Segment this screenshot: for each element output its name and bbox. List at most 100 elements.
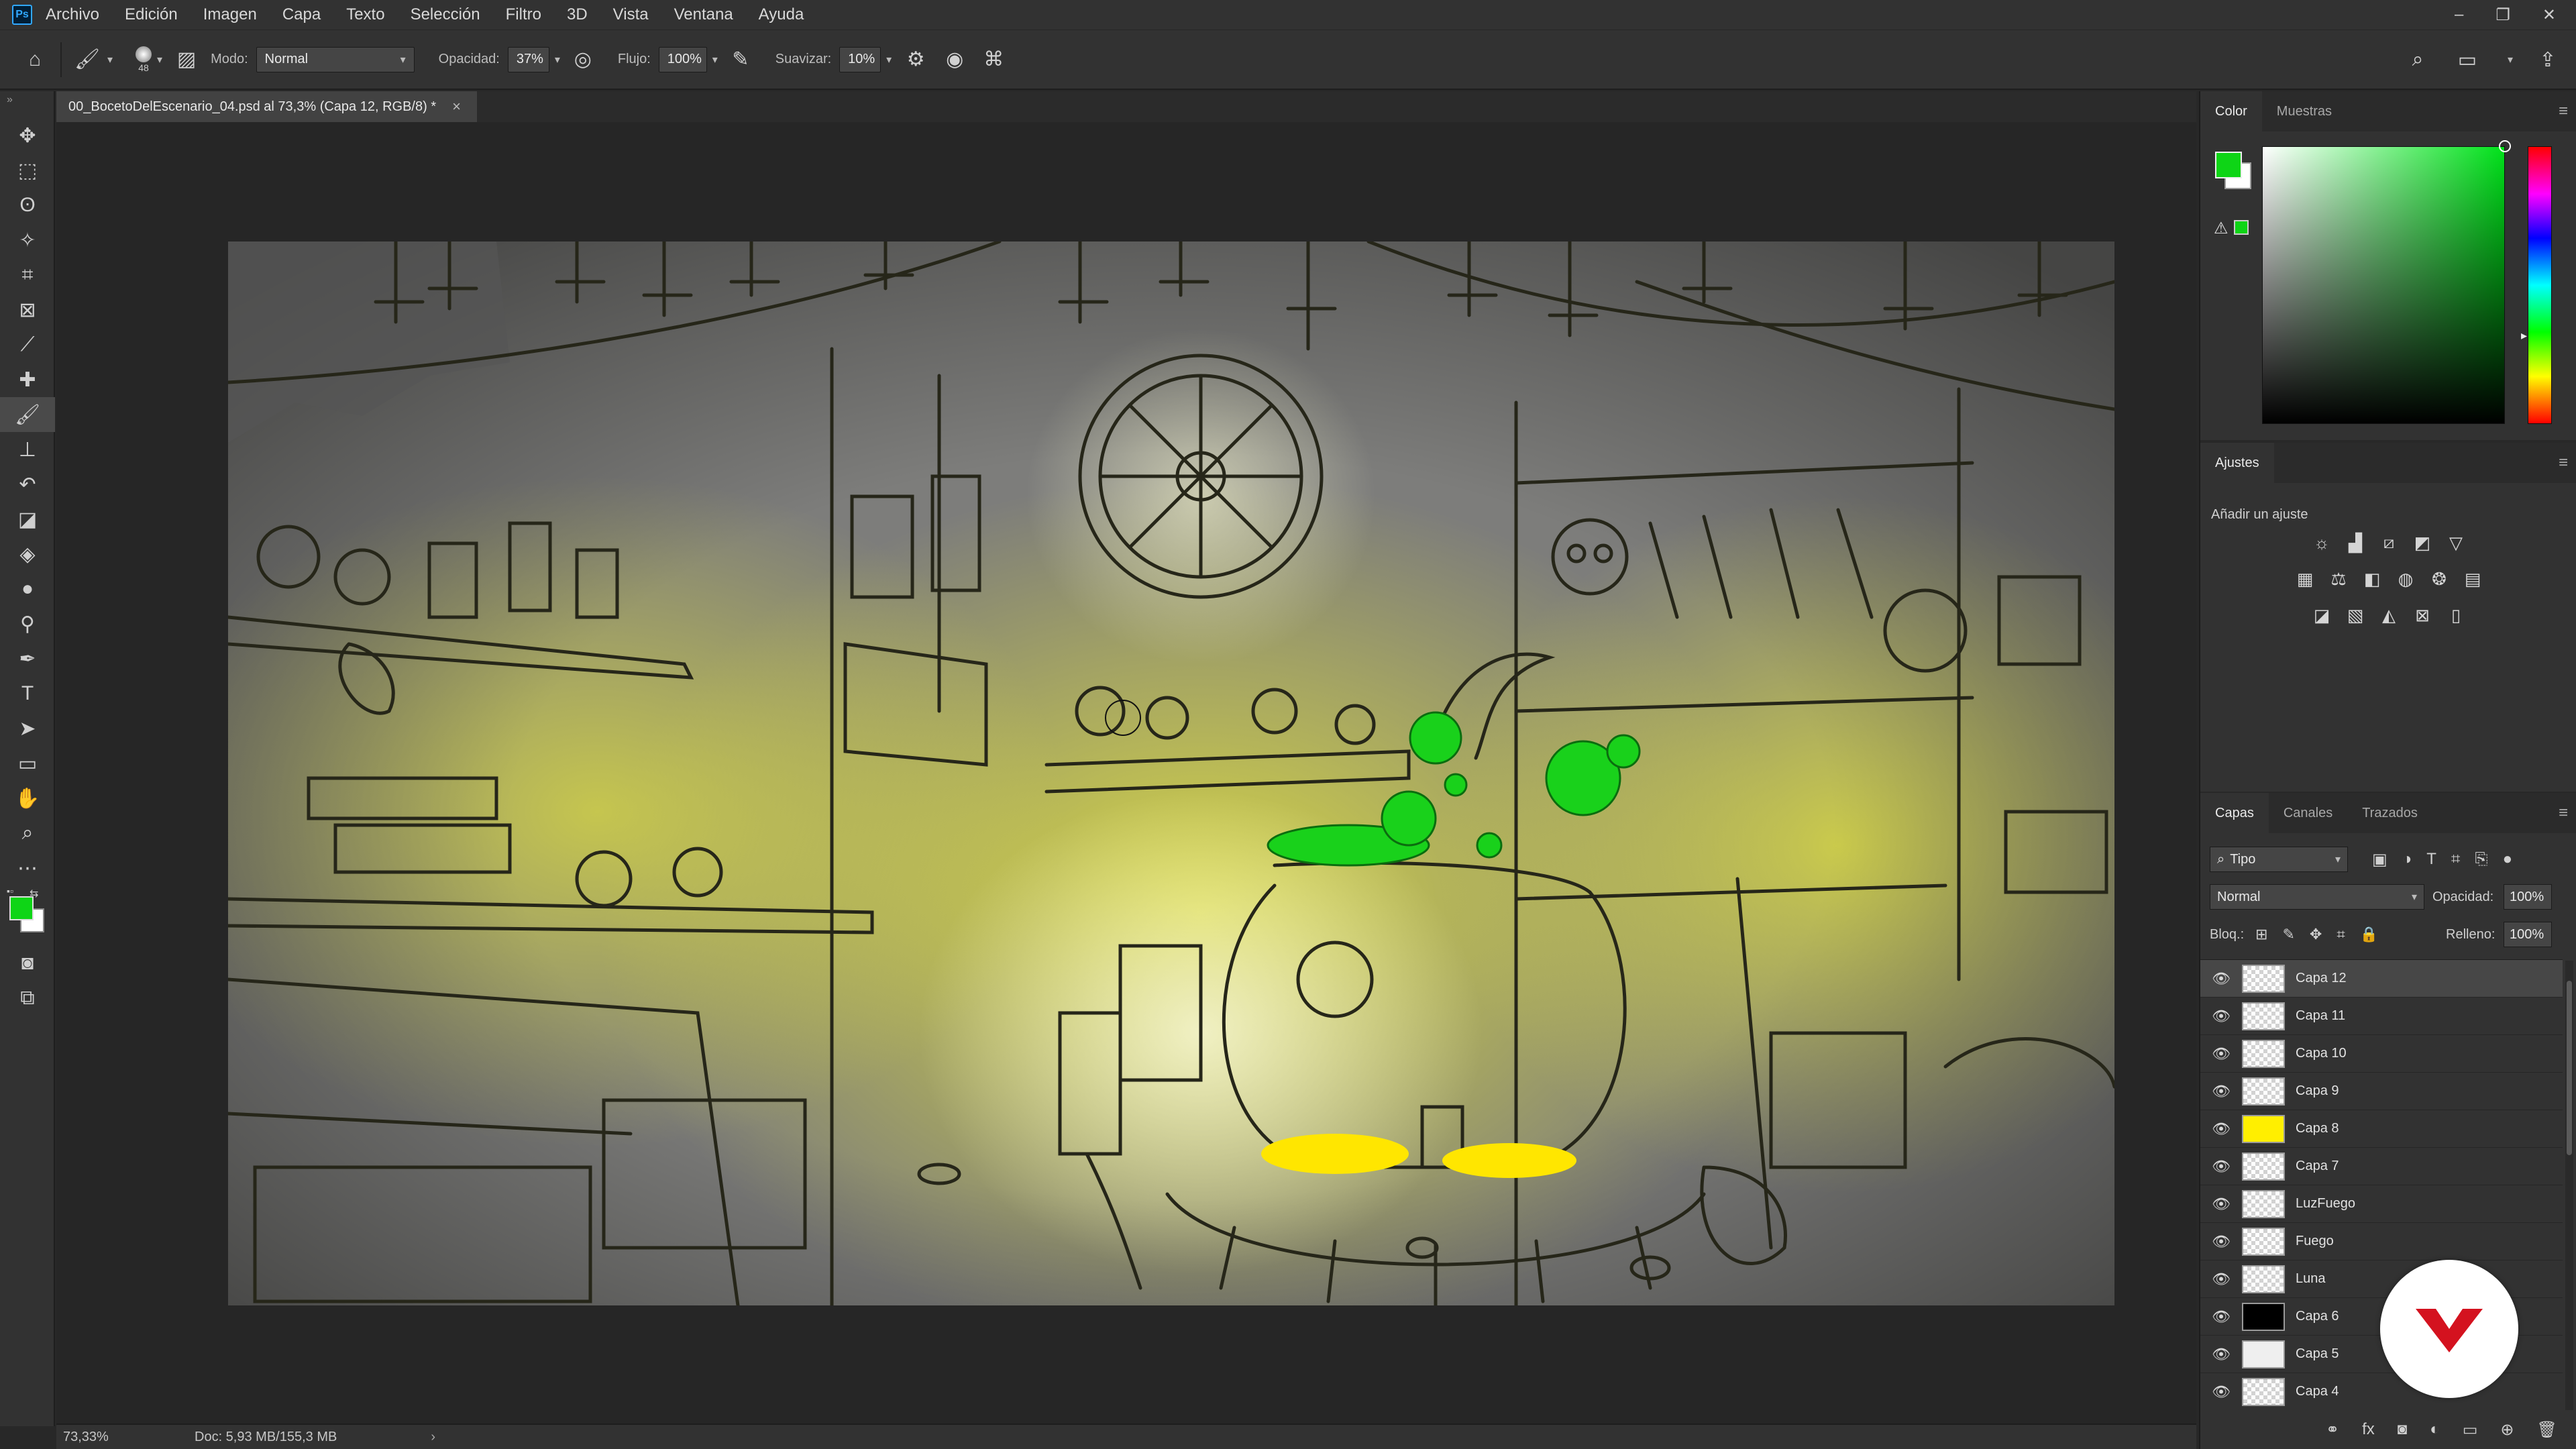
hand-tool-icon[interactable]: ✋ — [0, 781, 55, 816]
brush-tool-icon[interactable]: 🖌 — [0, 397, 55, 432]
foreground-color-swatch[interactable] — [2215, 152, 2242, 178]
color-balance-icon[interactable]: ⚖ — [2327, 568, 2350, 590]
tab-color[interactable]: Color — [2200, 91, 2262, 131]
mode-select[interactable]: Normal ▾ — [256, 46, 415, 72]
chevron-down-icon[interactable]: ▾ — [886, 53, 892, 66]
layer-row[interactable]: 👁 Capa 8 — [2200, 1110, 2563, 1148]
layer-row[interactable]: 👁 LuzFuego — [2200, 1185, 2563, 1223]
menu-archivo[interactable]: Archivo — [46, 5, 99, 24]
filter-adjustment-icon[interactable]: ◑ — [2402, 850, 2412, 869]
minimize-button[interactable]: – — [2455, 5, 2463, 24]
levels-icon[interactable]: ▟ — [2344, 531, 2367, 554]
gradient-map-icon[interactable]: ▯ — [2445, 604, 2467, 627]
layer-opacity-input[interactable]: 100% — [2504, 884, 2552, 910]
brush-size-picker[interactable]: 48 — [136, 46, 152, 73]
default-colors-icon[interactable]: ▪▫ — [7, 885, 13, 896]
add-mask-icon[interactable]: ◙ — [2398, 1420, 2408, 1439]
status-menu-arrow-icon[interactable]: › — [431, 1430, 435, 1445]
visibility-eye-icon[interactable]: 👁 — [2200, 1120, 2242, 1138]
pressure-opacity-icon[interactable]: ◎ — [568, 45, 598, 74]
airbrush-icon[interactable]: ✎ — [726, 45, 755, 74]
photo-filter-icon[interactable]: ◍ — [2394, 568, 2417, 590]
scrollbar-thumb[interactable] — [2567, 981, 2572, 1155]
history-brush-tool-icon[interactable]: ↶ — [0, 467, 55, 502]
layer-row[interactable]: 👁 Capa 9 — [2200, 1073, 2563, 1110]
visibility-eye-icon[interactable]: 👁 — [2200, 1008, 2242, 1025]
layer-row[interactable]: 👁 Capa 10 — [2200, 1035, 2563, 1073]
tab-trazados[interactable]: Trazados — [2347, 793, 2432, 833]
marquee-tool-icon[interactable]: ⬚ — [0, 153, 55, 188]
selective-color-icon[interactable]: ⊠ — [2411, 604, 2434, 627]
close-icon[interactable]: × — [452, 98, 461, 115]
healing-brush-tool-icon[interactable]: ✚ — [0, 362, 55, 397]
layer-style-icon[interactable]: fx — [2362, 1420, 2375, 1439]
vibrance-icon[interactable]: ▽ — [2445, 531, 2467, 554]
photoshop-logo-icon[interactable]: Ps — [12, 5, 32, 25]
pen-tool-icon[interactable]: ✒ — [0, 641, 55, 676]
zoom-tool-icon[interactable]: ⌕ — [0, 816, 55, 851]
tab-capas[interactable]: Capas — [2200, 793, 2269, 833]
new-layer-icon[interactable]: ⊕ — [2500, 1420, 2514, 1440]
blend-mode-select[interactable]: Normal ▾ — [2210, 884, 2424, 910]
hue-slider-handle-icon[interactable]: ▸ — [2521, 329, 2527, 343]
panel-menu-icon[interactable]: ≡ — [2559, 91, 2568, 131]
color-picker-marker[interactable] — [2499, 140, 2511, 152]
zoom-level-field[interactable]: 73,33% — [56, 1430, 114, 1445]
filter-pixel-icon[interactable]: ▣ — [2372, 850, 2387, 869]
opacity-input[interactable]: 37% — [507, 46, 549, 72]
search-icon[interactable]: ⌕ — [2403, 45, 2432, 74]
link-layers-icon[interactable]: ⚭ — [2326, 1420, 2339, 1440]
layer-row[interactable]: 👁 Capa 7 — [2200, 1148, 2563, 1185]
black-white-icon[interactable]: ◧ — [2361, 568, 2383, 590]
tab-muestras[interactable]: Muestras — [2262, 91, 2347, 131]
brush-tool-preset-icon[interactable]: 🖌 — [72, 45, 102, 74]
new-adjustment-icon[interactable]: ◐ — [2430, 1420, 2440, 1439]
magic-wand-tool-icon[interactable]: ✧ — [0, 223, 55, 258]
chevron-down-icon[interactable]: ▾ — [712, 53, 718, 66]
close-window-button[interactable]: ✕ — [2542, 5, 2556, 25]
tab-ajustes[interactable]: Ajustes — [2200, 443, 2274, 483]
home-icon[interactable]: ⌂ — [20, 45, 50, 74]
type-tool-icon[interactable]: T — [0, 676, 55, 711]
filter-smart-object-icon[interactable]: ⎘ — [2475, 850, 2487, 869]
threshold-icon[interactable]: ◭ — [2377, 604, 2400, 627]
visibility-eye-icon[interactable]: 👁 — [2200, 1195, 2242, 1213]
lasso-tool-icon[interactable]: ʘ — [0, 188, 55, 223]
lock-position-icon[interactable]: ✥ — [2310, 926, 2322, 943]
blur-tool-icon[interactable]: ● — [0, 572, 55, 606]
color-saturation-field[interactable] — [2262, 140, 2511, 424]
tab-canales[interactable]: Canales — [2269, 793, 2347, 833]
visibility-eye-icon[interactable]: 👁 — [2200, 1346, 2242, 1363]
menu-vista[interactable]: Vista — [613, 5, 649, 24]
menu-edicion[interactable]: Edición — [125, 5, 178, 24]
visibility-eye-icon[interactable]: 👁 — [2200, 1271, 2242, 1288]
restore-button[interactable]: ❐ — [2496, 5, 2510, 25]
hue-saturation-icon[interactable]: ▦ — [2294, 568, 2316, 590]
artwork-canvas[interactable] — [228, 241, 2114, 1305]
document-tab[interactable]: 00_BocetoDelEscenario_04.psd al 73,3% (C… — [56, 91, 477, 122]
layer-row[interactable]: 👁 Fuego — [2200, 1223, 2563, 1260]
panel-menu-icon[interactable]: ≡ — [2559, 793, 2568, 833]
clone-stamp-tool-icon[interactable]: ⊥ — [0, 432, 55, 467]
frame-tool-icon[interactable]: ⊠ — [0, 292, 55, 327]
crop-tool-icon[interactable]: ⌗ — [0, 258, 55, 292]
canvas-area[interactable] — [56, 122, 2196, 1424]
menu-3d[interactable]: 3D — [567, 5, 588, 24]
gamut-warning-icon[interactable]: ⚠ — [2214, 219, 2229, 238]
menu-ayuda[interactable]: Ayuda — [759, 5, 804, 24]
invert-icon[interactable]: ◪ — [2310, 604, 2333, 627]
panel-menu-icon[interactable]: ≡ — [2559, 443, 2568, 483]
menu-ventana[interactable]: Ventana — [674, 5, 733, 24]
fill-input[interactable]: 100% — [2504, 922, 2552, 947]
visibility-eye-icon[interactable]: 👁 — [2200, 1233, 2242, 1250]
lock-pixels-icon[interactable]: ✎ — [2282, 926, 2294, 943]
channel-mixer-icon[interactable]: ❂ — [2428, 568, 2451, 590]
menu-imagen[interactable]: Imagen — [203, 5, 257, 24]
menu-seleccion[interactable]: Selección — [411, 5, 480, 24]
filter-toggle-icon[interactable]: ● — [2503, 850, 2513, 869]
lock-all-icon[interactable]: 🔒 — [2360, 926, 2378, 943]
more-tools-icon[interactable]: ⋯ — [0, 851, 55, 885]
filter-shape-icon[interactable]: ⌗ — [2451, 850, 2461, 869]
layer-row[interactable]: 👁 Capa 4 — [2200, 1373, 2563, 1409]
visibility-eye-icon[interactable]: 👁 — [2200, 1308, 2242, 1326]
